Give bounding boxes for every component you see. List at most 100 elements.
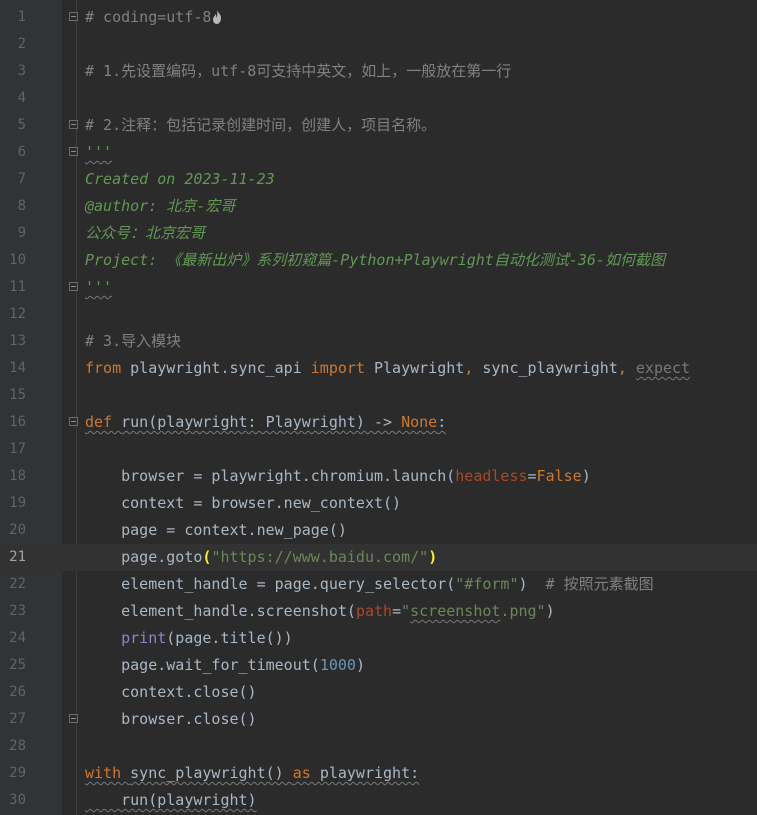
code-line[interactable]: 3 # 1.先设置编码，utf-8可支持中英文，如上，一般放在第一行	[0, 58, 757, 85]
code-token: # 按照元素截图	[545, 575, 654, 593]
code-text[interactable]: context.close()	[85, 682, 257, 702]
code-text[interactable]: run(playwright)	[85, 790, 256, 810]
code-line[interactable]: 30 run(playwright)	[0, 787, 757, 814]
code-token: )	[518, 575, 546, 593]
code-text[interactable]: page = context.new_page()	[85, 520, 347, 540]
code-text[interactable]: browser = playwright.chromium.launch(hea…	[85, 466, 591, 486]
line-number: 11	[9, 279, 26, 295]
code-text[interactable]: # coding=utf-8	[85, 7, 222, 27]
code-text[interactable]: element_handle.screenshot(path="screensh…	[85, 601, 555, 621]
line-number: 21	[9, 549, 26, 565]
code-line[interactable]: 14 from playwright.sync_api import Playwr…	[0, 355, 757, 382]
code-text[interactable]: page.goto("https://www.baidu.com/")	[85, 547, 437, 567]
code-line[interactable]: 21 page.goto("https://www.baidu.com/")	[0, 544, 757, 571]
code-line[interactable]: 26 context.close()	[0, 679, 757, 706]
line-number: 17	[9, 441, 26, 457]
code-token: # coding=utf-8	[85, 8, 212, 26]
code-line[interactable]: 9 公众号：北京宏哥	[0, 220, 757, 247]
code-line[interactable]: 28	[0, 733, 757, 760]
line-number: 8	[17, 198, 26, 214]
code-token: headless	[455, 467, 528, 485]
line-number: 5	[17, 117, 26, 133]
line-number: 19	[9, 495, 26, 511]
code-text[interactable]: @author: 北京-宏哥	[85, 196, 235, 216]
code-token: # 2.注释：包括记录创建时间，创建人，项目名称。	[85, 116, 437, 134]
code-line[interactable]: 7 Created on 2023-11-23	[0, 166, 757, 193]
fold-end-icon[interactable]	[69, 714, 78, 723]
line-number: 25	[9, 657, 26, 673]
code-line[interactable]: 20 page = context.new_page()	[0, 517, 757, 544]
code-token: False	[536, 467, 582, 485]
code-line[interactable]: 18 browser = playwright.chromium.launch(…	[0, 463, 757, 490]
code-text[interactable]: # 1.先设置编码，utf-8可支持中英文，如上，一般放在第一行	[85, 61, 511, 81]
code-token: context.close()	[85, 683, 257, 701]
code-line[interactable]: 13 # 3.导入模块	[0, 328, 757, 355]
code-text[interactable]: context = browser.new_context()	[85, 493, 401, 513]
code-text[interactable]: with sync_playwright() as playwright:	[85, 763, 419, 783]
code-token: page = context.new_page()	[85, 521, 347, 539]
code-text[interactable]: from playwright.sync_api import Playwrig…	[85, 358, 690, 378]
code-line[interactable]: 12	[0, 301, 757, 328]
code-token: "	[401, 602, 411, 620]
code-token: element_handle.screenshot(	[85, 602, 356, 620]
fold-end-icon[interactable]	[69, 282, 78, 291]
code-token: with	[85, 764, 131, 782]
flame-icon	[213, 10, 222, 24]
code-token: browser = playwright.chromium.launch(	[85, 467, 456, 485]
code-text[interactable]: def run(playwright: Playwright) -> None:	[85, 412, 446, 432]
code-line[interactable]: 22 element_handle = page.query_selector(…	[0, 571, 757, 598]
code-token: as	[292, 764, 320, 782]
code-text[interactable]: print(page.title())	[85, 628, 293, 648]
code-line[interactable]: 19 context = browser.new_context()	[0, 490, 757, 517]
line-number: 23	[9, 603, 26, 619]
code-token: )	[581, 467, 591, 485]
code-text[interactable]: # 2.注释：包括记录创建时间，创建人，项目名称。	[85, 115, 436, 135]
code-text[interactable]: 公众号：北京宏哥	[85, 223, 205, 243]
code-text[interactable]: page.wait_for_timeout(1000)	[85, 655, 365, 675]
code-line[interactable]: 24 print(page.title())	[0, 625, 757, 652]
code-line[interactable]: 1 # coding=utf-8	[0, 4, 757, 31]
code-token: "#form"	[455, 575, 519, 593]
code-editor[interactable]: 1 # coding=utf-8 2 3 # 1.先设置编码，utf-8可支持中英文，如…	[0, 0, 757, 815]
code-line[interactable]: 4	[0, 85, 757, 112]
line-number: 20	[9, 522, 26, 538]
code-line[interactable]: 5 # 2.注释：包括记录创建时间，创建人，项目名称。	[0, 112, 757, 139]
code-line[interactable]: 8 @author: 北京-宏哥	[0, 193, 757, 220]
code-token: ,	[617, 359, 636, 377]
fold-collapse-icon[interactable]	[69, 147, 78, 156]
line-number: 1	[17, 9, 26, 25]
code-line[interactable]: 23 element_handle.screenshot(path="scree…	[0, 598, 757, 625]
line-number: 26	[9, 684, 26, 700]
code-line[interactable]: 2	[0, 31, 757, 58]
line-number: 10	[9, 252, 26, 268]
fold-collapse-icon[interactable]	[69, 417, 78, 426]
code-token: Playwright	[374, 359, 465, 377]
code-line[interactable]: 6 '''	[0, 139, 757, 166]
code-line[interactable]: 15	[0, 382, 757, 409]
code-text[interactable]: Created on 2023-11-23	[85, 169, 275, 189]
code-text[interactable]: # 3.导入模块	[85, 331, 181, 351]
fold-collapse-icon[interactable]	[69, 120, 78, 129]
line-number: 3	[17, 63, 26, 79]
code-token: screenshot	[410, 602, 501, 620]
code-text[interactable]: '''	[85, 277, 112, 297]
code-line[interactable]: 10 Project: 《最新出炉》系列初窥篇-Python+Playwright…	[0, 247, 757, 274]
code-text[interactable]: element_handle = page.query_selector("#f…	[85, 574, 654, 594]
line-number: 13	[9, 333, 26, 349]
code-token: '''	[85, 143, 113, 161]
code-line[interactable]: 16 def run(playwright: Playwright) -> Non…	[0, 409, 757, 436]
code-text[interactable]: '''	[85, 142, 112, 162]
code-token: # 1.先设置编码，utf-8可支持中英文，如上，一般放在第一行	[85, 62, 512, 80]
code-token: # 3.导入模块	[85, 332, 182, 350]
code-line[interactable]: 29 with sync_playwright() as playwright:	[0, 760, 757, 787]
code-text[interactable]: browser.close()	[85, 709, 256, 729]
code-line[interactable]: 11 '''	[0, 274, 757, 301]
code-line[interactable]: 25 page.wait_for_timeout(1000)	[0, 652, 757, 679]
code-line[interactable]: 17	[0, 436, 757, 463]
code-token: )	[545, 602, 555, 620]
code-token: sync_playwright	[482, 359, 618, 377]
code-token: page.wait_for_timeout(	[85, 656, 320, 674]
code-line[interactable]: 27 browser.close()	[0, 706, 757, 733]
fold-collapse-icon[interactable]	[69, 12, 78, 21]
code-text[interactable]: Project: 《最新出炉》系列初窥篇-Python+Playwright自动…	[85, 250, 665, 270]
